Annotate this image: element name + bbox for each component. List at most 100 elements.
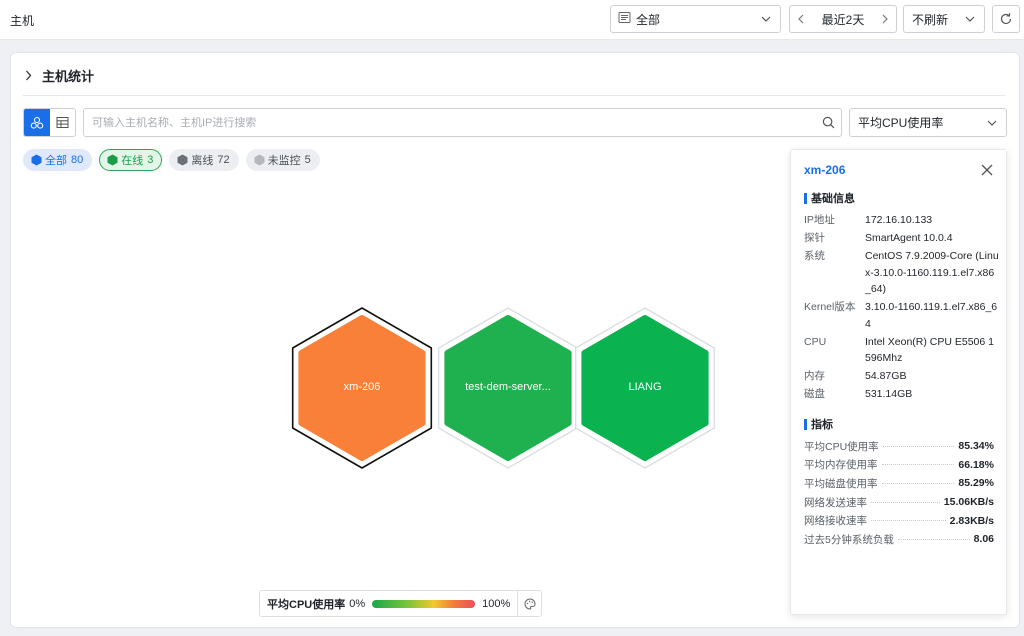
host-hexagon[interactable] [438,307,578,469]
legend-title: 平均CPU使用率 [267,598,346,611]
info-key: 探针 [804,232,825,244]
hex-view-button[interactable] [24,109,50,136]
time-next-button[interactable] [874,6,896,32]
legend-gradient [372,599,476,608]
table-view-button[interactable] [50,109,76,136]
chevron-right-icon [26,70,32,80]
host-hexagon[interactable] [291,307,433,469]
palette-button[interactable] [517,591,541,616]
chevron-right-icon [882,14,888,24]
chevron-down-icon [964,13,976,25]
info-value: 531.14GB [865,388,913,400]
chevron-down-icon [986,117,998,129]
section-title: 主机统计 [42,68,95,84]
basic-info-list: IP地址 172.16.10.133 探针 SmartAgent 10.0.4 系统… [804,212,999,404]
metric-value: 15.06KB/s [943,496,994,509]
metric-key: 平均内存使用率 [804,459,878,472]
filter-label: 在线 [121,155,144,167]
info-value: 172.16.10.133 [865,214,933,226]
refresh-icon [1000,13,1012,25]
filter-count: 3 [147,154,154,166]
info-row: 系统 CentOS 7.9.2009-Core (Linux-3.10.0-116… [804,248,999,298]
basic-info-title: 基础信息 [804,190,855,206]
metric-value: 8.06 [973,533,994,546]
info-row: 磁盘 531.14GB [804,386,999,403]
host-stats-card: 主机统计 平均CPU使用率 全部 80 在线 3 [10,52,1020,628]
leader-dots [881,464,955,466]
refresh-interval-value: 不刷新 [912,12,949,27]
filter-count: 80 [71,154,84,166]
host-search [83,108,842,137]
time-prev-button[interactable] [790,6,812,32]
top-bar: 主机 全部 最近2天 不刷新 [0,0,1024,40]
legend-max: 100% [482,597,511,610]
scope-select-value: 全部 [636,12,661,27]
legend-min: 0% [349,597,366,610]
info-row: IP地址 172.16.10.133 [804,212,999,229]
table-icon [56,117,69,128]
search-icon[interactable] [815,116,841,129]
metric-key: 网络发送速率 [804,496,867,509]
metric-row: 网络发送速率 15.06KB/s [804,493,994,512]
scope-select[interactable]: 全部 [610,5,781,33]
info-key: 磁盘 [804,388,825,400]
leader-dots [871,520,946,522]
info-key: IP地址 [804,214,835,226]
info-value: CentOS 7.9.2009-Core (Linux-3.10.0-1160.… [865,250,999,295]
filter-count: 72 [217,154,230,166]
info-value: 3.10.0-1160.119.1.el7.x86_64 [865,301,998,330]
filter-online[interactable]: 在线 3 [99,149,163,171]
palette-icon [524,597,535,610]
metric-key: 过去5分钟系统负载 [804,533,894,546]
info-key: 内存 [804,370,825,382]
metric-row: 平均磁盘使用率 85.29% [804,474,994,493]
hexagon-icon [31,154,42,166]
filter-unmonitored[interactable]: 未监控 5 [245,149,320,171]
hexagon-icon [107,154,118,166]
metrics-title: 指标 [804,416,833,432]
leader-dots [897,538,970,540]
close-button[interactable] [980,163,994,177]
info-key: Kernel版本 [804,301,856,313]
info-row: Kernel版本 3.10.0-1160.119.1.el7.x86_64 [804,299,999,332]
metric-select[interactable]: 平均CPU使用率 [849,108,1007,137]
search-input[interactable] [92,116,815,129]
metric-key: 网络接收速率 [804,515,867,528]
leader-dots [871,501,940,503]
info-value: Intel Xeon(R) CPU E5506 1596Mhz [865,335,994,365]
info-row: 内存 54.87GB [804,368,999,385]
info-row: CPU Intel Xeon(R) CPU E5506 1596Mhz [804,334,999,367]
time-range-select[interactable]: 最近2天 [789,5,897,33]
host-detail-panel: xm-206 基础信息 IP地址 172.16.10.133 探针 SmartAge… [790,149,1007,615]
metric-row: 过去5分钟系统负载 8.06 [804,530,994,549]
filter-all[interactable]: 全部 80 [23,149,93,171]
metric-key: 平均CPU使用率 [804,440,879,453]
info-key: 系统 [804,250,825,262]
section-divider [23,95,1005,96]
color-legend: 平均CPU使用率 0% 100% [259,590,542,617]
reload-button[interactable] [992,5,1020,33]
info-value: SmartAgent 10.0.4 [865,232,953,244]
metric-value: 85.29% [958,477,994,490]
info-row: 探针 SmartAgent 10.0.4 [804,230,999,247]
filter-offline[interactable]: 离线 72 [169,149,239,171]
metric-value: 85.34% [958,440,994,453]
metric-row: 网络接收速率 2.83KB/s [804,511,994,530]
refresh-interval-select[interactable]: 不刷新 [903,5,985,33]
close-icon [981,164,993,176]
leader-dots [881,482,955,484]
section-header[interactable]: 主机统计 [25,65,94,85]
metric-value: 66.18% [958,458,994,471]
leader-dots [882,445,955,447]
host-name[interactable]: xm-206 [804,163,845,177]
filter-label: 全部 [45,155,67,167]
host-hexagon[interactable] [575,307,715,469]
view-toggle [23,108,76,137]
chevron-left-icon [798,14,804,24]
filter-label: 离线 [191,155,214,167]
cluster-icon [30,116,43,129]
filter-label: 未监控 [267,155,301,167]
hexagon-icon [254,154,265,166]
chevron-down-icon [760,13,772,25]
hexagon-icon [177,154,188,166]
